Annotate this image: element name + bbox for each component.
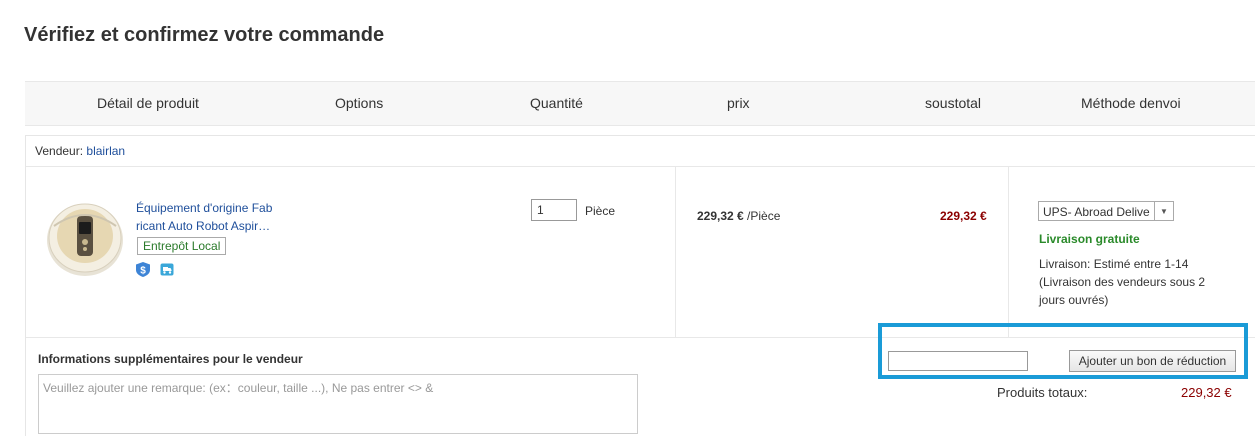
products-total-label: Produits totaux:	[997, 385, 1088, 400]
divider	[675, 167, 676, 337]
column-header-subtotal: soustotal	[925, 95, 982, 111]
free-shipping-label: Livraison gratuite	[1039, 232, 1140, 246]
item-subtotal: 229,32 €	[940, 209, 987, 223]
product-name-line: Équipement d'origine Fab	[136, 201, 273, 215]
column-header-product: Détail de produit	[97, 95, 199, 111]
svg-text:$: $	[140, 266, 146, 277]
divider	[1008, 167, 1009, 337]
column-header-options: Options	[335, 95, 384, 111]
quantity-unit: Pièce	[585, 204, 616, 218]
table-header	[25, 81, 1255, 126]
delivery-estimate-line: Livraison: Estimé entre 1-14	[1039, 257, 1189, 271]
chevron-down-icon: ▼	[1154, 202, 1173, 220]
column-header-quantity: Quantité	[530, 95, 583, 111]
seller-notes-label: Informations supplémentaires pour le ven…	[38, 352, 303, 366]
divider	[26, 166, 1255, 167]
product-thumbnail[interactable]	[44, 196, 126, 278]
products-total-value: 229,32 €	[1181, 385, 1232, 400]
shipping-method-select[interactable]: UPS- Abroad Delive ▼	[1038, 201, 1174, 221]
product-name-link[interactable]: Équipement d'origine Fab ricant Auto Rob…	[136, 199, 276, 235]
quantity-input[interactable]	[531, 199, 577, 221]
seller-row: Vendeur: blairlan	[35, 144, 125, 158]
unit-price-suffix: /Pièce	[743, 209, 781, 223]
unit-price-value: 229,32 €	[697, 209, 744, 223]
unit-price: 229,32 € /Pièce	[697, 209, 780, 223]
shipping-method-value: UPS- Abroad Delive	[1043, 205, 1150, 219]
column-header-shipping: Méthode denvoi	[1081, 95, 1181, 111]
seller-notes-textarea[interactable]	[38, 374, 638, 434]
seller-link[interactable]: blairlan	[86, 144, 125, 158]
coupon-code-input[interactable]	[888, 351, 1028, 371]
product-name-line: ricant Auto Robot Aspir…	[136, 219, 271, 233]
seller-label: Vendeur:	[35, 144, 84, 158]
delivery-estimate: Livraison: Estimé entre 1-14 (Livraison …	[1039, 255, 1229, 309]
shipping-tag-icon	[160, 263, 174, 276]
column-header-price: prix	[727, 95, 750, 111]
warehouse-tag: Entrepôt Local	[137, 237, 227, 255]
page-title: Vérifiez et confirmez votre commande	[24, 24, 385, 46]
add-coupon-button[interactable]: Ajouter un bon de réduction	[1069, 350, 1236, 372]
dollar-shield-icon: $	[136, 262, 150, 277]
delivery-note-line: (Livraison des vendeurs sous 2	[1039, 275, 1206, 289]
delivery-note-line: jours ouvrés)	[1039, 293, 1109, 307]
